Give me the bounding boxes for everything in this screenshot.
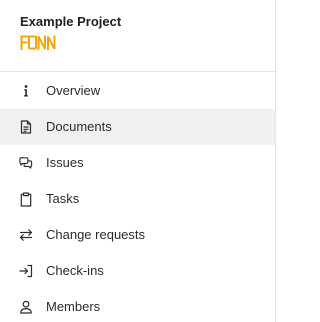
- chat-bubbles-icon: [19, 156, 33, 170]
- fonn-logo: [20, 35, 56, 50]
- sidebar-item-label: Documents: [46, 119, 112, 134]
- project-title: Example Project: [20, 14, 122, 29]
- sidebar-item-documents[interactable]: Documents: [0, 109, 275, 145]
- project-sidebar: Example Project Overview Documents Issue…: [0, 0, 276, 322]
- user-icon: [19, 300, 33, 314]
- sidebar-item-label: Overview: [46, 83, 101, 98]
- swap-arrows-icon: [19, 228, 33, 242]
- sign-in-icon: [19, 264, 33, 278]
- clipboard-icon: [19, 191, 33, 207]
- document-icon: [19, 120, 33, 134]
- sidebar-item-label: Check-ins: [46, 263, 104, 278]
- sidebar-item-issues[interactable]: Issues: [0, 145, 275, 181]
- sidebar-nav: Overview Documents Issues Tasks Change r…: [0, 72, 275, 322]
- sidebar-item-label: Tasks: [46, 191, 80, 206]
- info-icon: [19, 84, 33, 98]
- sidebar-item-overview[interactable]: Overview: [0, 73, 275, 109]
- sidebar-item-label: Change requests: [46, 227, 146, 242]
- sidebar-item-label: Issues: [46, 155, 84, 170]
- sidebar-item-change-requests[interactable]: Change requests: [0, 217, 275, 253]
- sidebar-item-tasks[interactable]: Tasks: [0, 181, 275, 217]
- sidebar-item-label: Members: [46, 299, 101, 314]
- sidebar-item-check-ins[interactable]: Check-ins: [0, 253, 275, 289]
- sidebar-header: Example Project: [0, 0, 275, 72]
- sidebar-item-members[interactable]: Members: [0, 289, 275, 322]
